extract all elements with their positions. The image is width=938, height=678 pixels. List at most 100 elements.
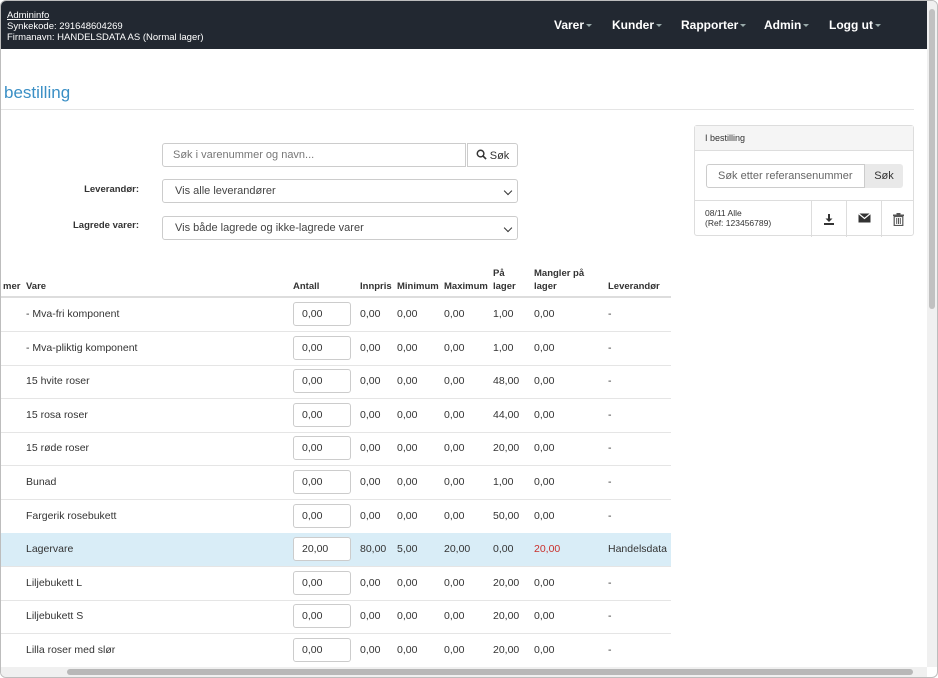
table-row: 20,00 Lagervare 80,00 5,00 20,00 0,00 20,00 Han…: [1, 533, 671, 568]
col-header-antall: Antall: [293, 281, 320, 292]
scrollbar-thumb[interactable]: [929, 9, 935, 309]
cell-maximum: 0,00: [444, 476, 465, 488]
quantity-input[interactable]: 0,00: [293, 638, 351, 662]
cell-maximum: 0,00: [444, 375, 465, 388]
cell-innpris: 0,00: [360, 610, 381, 623]
vertical-scrollbar[interactable]: [927, 1, 937, 667]
header-line: Mangler på: [534, 268, 585, 279]
cell-leverandor: -: [608, 341, 612, 354]
cell-mangler: 0,00: [534, 408, 555, 421]
cell-mangler: 0,00: [534, 442, 555, 455]
col-header-minimum: Minimum: [397, 281, 439, 292]
quantity-input[interactable]: 0,00: [293, 335, 351, 360]
col-header-pa-lager: På lager: [493, 267, 516, 293]
cell-pa-lager: 44,00: [493, 408, 520, 421]
cell-innpris: 0,00: [360, 576, 381, 589]
stored-select-value: Vis både lagrede og ikke-lagrede varer: [175, 222, 364, 234]
scrollbar-thumb[interactable]: [67, 669, 913, 675]
cell-pa-lager: 1,00: [493, 476, 514, 488]
quantity-input[interactable]: 0,00: [293, 369, 351, 394]
reference-search-input[interactable]: Søk etter referansenummer: [706, 164, 865, 188]
cell-mangler: 0,00: [534, 375, 555, 388]
stored-label: Lagrede varer:: [72, 220, 139, 231]
quantity-input[interactable]: 20,00: [293, 537, 351, 562]
cell-innpris: 0,00: [360, 341, 381, 354]
reference-search-button[interactable]: Søk: [865, 164, 903, 188]
cell-innpris: 0,00: [360, 476, 381, 488]
table-row: 0,00 15 røde roser 0,00 0,00 0,00 20,00 0,00 -: [1, 432, 671, 467]
cell-minimum: 0,00: [397, 576, 418, 589]
cell-minimum: 0,00: [397, 308, 418, 320]
col-header-nr: mer: [3, 281, 21, 292]
nav-label: Admin: [764, 18, 802, 32]
chevron-down-icon: [503, 223, 513, 233]
quantity-input[interactable]: 0,00: [293, 470, 351, 494]
cell-maximum: 20,00: [444, 543, 471, 556]
order-panel-title: I bestilling: [695, 126, 913, 151]
supplier-select-value: Vis alle leverandører: [175, 185, 276, 197]
delete-button[interactable]: [881, 201, 916, 237]
cell-mangler: 0,00: [534, 644, 555, 656]
cell-innpris: 80,00: [360, 543, 387, 556]
caret-down-icon: [740, 24, 747, 28]
cell-pa-lager: 20,00: [493, 576, 520, 589]
cell-pa-lager: 48,00: [493, 375, 520, 388]
cell-vare: 15 røde roser: [26, 442, 90, 455]
quantity-input[interactable]: 0,00: [293, 604, 351, 629]
nav-varer[interactable]: Varer: [554, 18, 593, 32]
quantity-input[interactable]: 0,00: [293, 302, 351, 326]
header-line: På: [493, 268, 505, 279]
trash-icon: [893, 213, 904, 226]
cell-maximum: 0,00: [444, 644, 465, 656]
cell-leverandor: -: [608, 509, 612, 522]
horizontal-scrollbar[interactable]: [1, 667, 927, 677]
navbar: Admininfo Synkekode: 291648604269 Firman…: [1, 1, 927, 49]
cell-vare: Lilla roser med slør: [26, 644, 116, 656]
cell-leverandor: -: [608, 308, 612, 320]
quantity-input[interactable]: 0,00: [293, 402, 351, 427]
download-button[interactable]: [811, 201, 846, 237]
email-button[interactable]: [846, 201, 881, 237]
search-button-label: Søk: [489, 150, 510, 162]
cell-minimum: 0,00: [397, 375, 418, 388]
order-entry[interactable]: 08/11 Alle (Ref: 123456789): [695, 200, 913, 237]
col-header-innpris: Innpris: [360, 281, 392, 292]
cell-maximum: 0,00: [444, 308, 465, 320]
cell-leverandor: -: [608, 408, 612, 421]
nav-kunder[interactable]: Kunder: [612, 18, 662, 32]
sync-code: Synkekode: 291648604269: [7, 21, 123, 32]
nav-logg-ut[interactable]: Logg ut: [829, 18, 881, 32]
cell-leverandor: -: [608, 375, 612, 388]
cell-vare: - Mva-fri komponent: [26, 308, 120, 320]
cell-innpris: 0,00: [360, 509, 381, 522]
cell-pa-lager: 20,00: [493, 610, 520, 623]
cell-minimum: 0,00: [397, 408, 418, 421]
caret-down-icon: [874, 24, 881, 28]
company-name: Firmanavn: HANDELSDATA AS (Normal lager): [7, 32, 204, 43]
cell-pa-lager: 20,00: [493, 442, 520, 455]
cell-vare: Liljebukett L: [26, 576, 83, 589]
table-row: 0,00 Liljebukett L 0,00 0,00 0,00 20,00 0,00 -: [1, 567, 671, 601]
brand-info: Admininfo Synkekode: 291648604269 Firman…: [7, 10, 204, 43]
search-icon: [476, 149, 487, 160]
cell-mangler: 0,00: [534, 610, 555, 623]
supplier-select[interactable]: Vis alle leverandører: [162, 179, 518, 203]
nav-label: Logg ut: [829, 18, 873, 32]
admininfo-link[interactable]: Admininfo: [7, 10, 204, 21]
table-row: 0,00 Fargerik rosebukett 0,00 0,00 0,00 50,00…: [1, 500, 671, 534]
stored-select[interactable]: Vis både lagrede og ikke-lagrede varer: [162, 216, 518, 240]
search-button[interactable]: Søk: [467, 143, 518, 167]
envelope-icon: [858, 213, 871, 223]
cell-mangler: 20,00: [534, 543, 561, 556]
quantity-input[interactable]: 0,00: [293, 570, 351, 595]
cell-mangler: 0,00: [534, 476, 555, 488]
nav-admin[interactable]: Admin: [764, 18, 810, 32]
cell-maximum: 0,00: [444, 442, 465, 455]
quantity-input[interactable]: 0,00: [293, 503, 351, 528]
cell-leverandor: -: [608, 442, 612, 455]
nav-rapporter[interactable]: Rapporter: [681, 18, 747, 32]
search-input[interactable]: [162, 143, 466, 167]
cell-vare: 15 rosa roser: [26, 408, 88, 421]
order-reference: (Ref: 123456789): [705, 218, 772, 228]
quantity-input[interactable]: 0,00: [293, 436, 351, 461]
